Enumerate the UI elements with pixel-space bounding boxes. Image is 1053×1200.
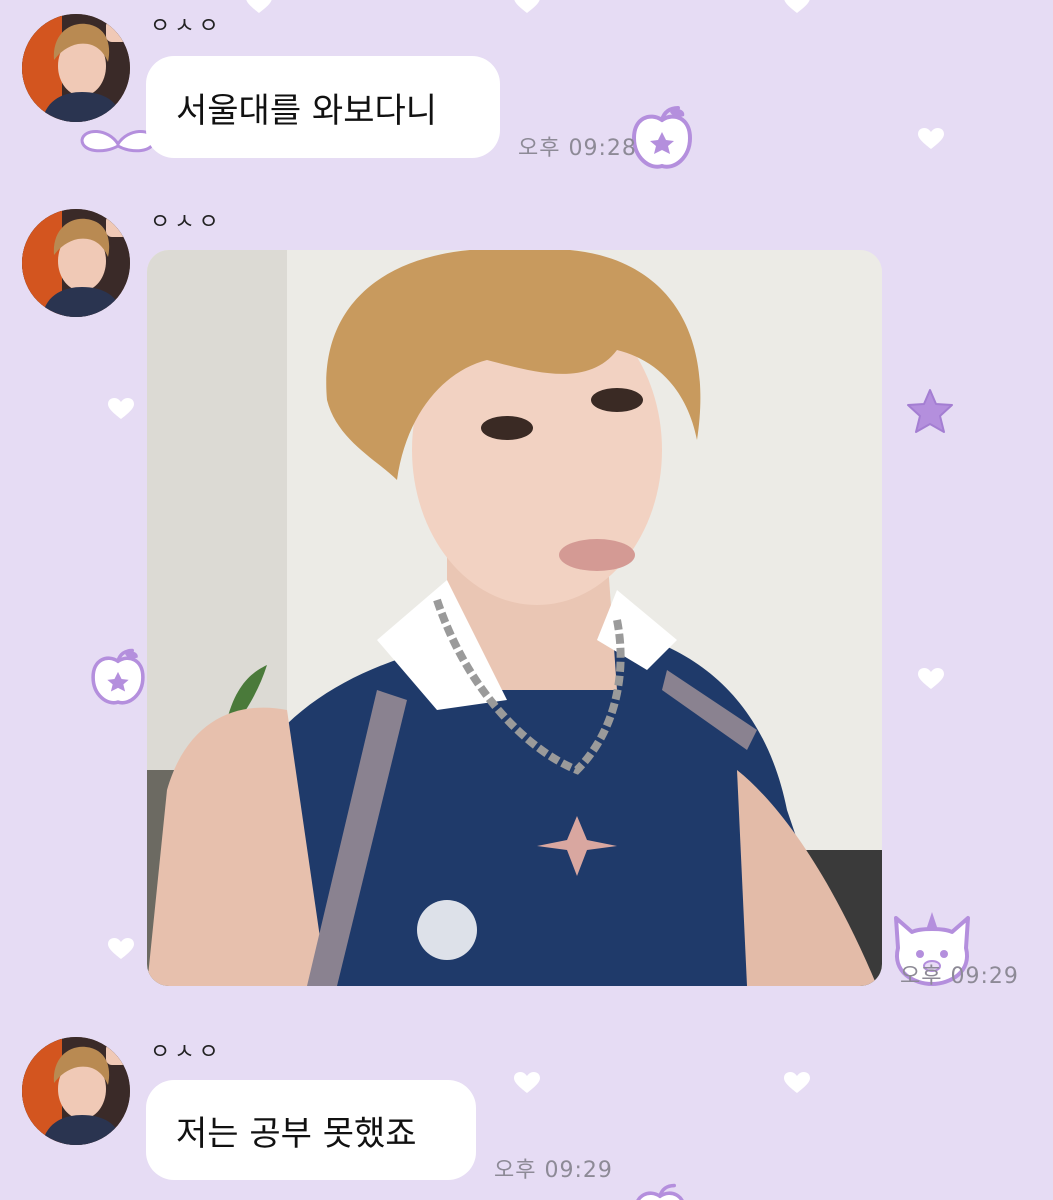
message-time: 오후 09:28 — [518, 136, 637, 161]
star-icon — [906, 388, 954, 434]
profile-avatar[interactable] — [22, 209, 130, 317]
message-bubble[interactable]: 저는 공부 못했죠 — [146, 1080, 476, 1180]
heart-icon — [108, 938, 134, 960]
heart-icon — [918, 668, 944, 690]
photo-message[interactable] — [147, 250, 882, 986]
selfie-photo — [147, 250, 882, 986]
message-time: 오후 09:29 — [494, 1158, 613, 1183]
sender-name: ㅇㅅㅇ — [150, 210, 223, 235]
sender-name: ㅇㅅㅇ — [150, 14, 223, 39]
message-time: 오후 09:29 — [900, 964, 1019, 989]
heart-icon — [784, 0, 810, 14]
apple-icon — [86, 644, 150, 714]
heart-icon — [246, 0, 272, 14]
heart-icon — [514, 0, 540, 14]
profile-avatar[interactable] — [22, 14, 130, 122]
heart-icon — [918, 128, 944, 150]
sender-name: ㅇㅅㅇ — [150, 1040, 223, 1065]
apple-icon — [628, 1182, 692, 1200]
message-bubble[interactable]: 서울대를 와보다니 — [146, 56, 500, 158]
heart-icon — [108, 398, 134, 420]
heart-icon — [784, 1072, 810, 1094]
profile-avatar[interactable] — [22, 1037, 130, 1145]
heart-icon — [514, 1072, 540, 1094]
